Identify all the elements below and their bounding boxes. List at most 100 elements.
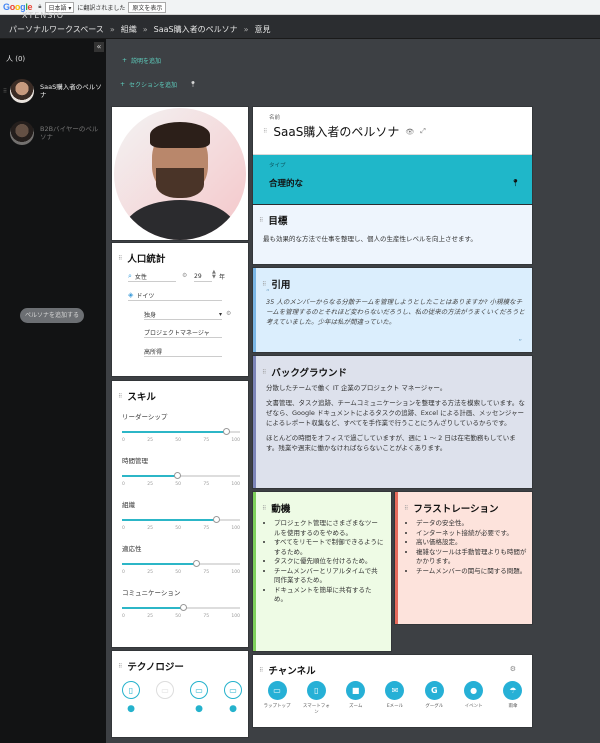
skill-slider[interactable]: リーダーシップ 0 25 50 75 100 xyxy=(122,411,240,443)
phone-icon[interactable]: ▯ xyxy=(122,681,140,699)
slider-handle[interactable] xyxy=(193,560,201,567)
channel-item[interactable]: ▯ スマートフォン xyxy=(302,681,330,716)
drag-handle-icon[interactable]: ⠿ xyxy=(404,505,408,512)
add-section-button[interactable]: + セクションを追加 📍︎ xyxy=(120,80,197,89)
slider-track[interactable] xyxy=(122,604,240,611)
motivation-list[interactable]: プロジェクト管理にさまざまなツールを使用するのをやめる。 すべてをリモートで制御… xyxy=(274,519,384,605)
sidebar-persona-saas[interactable]: ⠿ SaaS購入者のペルソナ xyxy=(0,71,106,111)
google-icon[interactable]: G xyxy=(424,681,444,700)
channel-item[interactable]: ● イベント xyxy=(460,681,488,716)
slider-track[interactable] xyxy=(122,560,240,567)
tick-label: 100 xyxy=(231,482,240,487)
income-field[interactable]: 高所得 xyxy=(144,346,222,357)
gear-icon[interactable]: ⚙ xyxy=(510,665,516,673)
drag-handle-icon[interactable]: ⠿ xyxy=(259,217,263,224)
channel-item[interactable]: ▭ ラップトップ xyxy=(263,681,291,716)
tick-label: 75 xyxy=(203,526,210,531)
section-title: スキル xyxy=(127,392,156,403)
tick-label: 75 xyxy=(203,438,210,443)
app-brand: XTENSIO xyxy=(22,11,64,20)
technology-item[interactable]: ▭● xyxy=(156,681,174,714)
list-item: データの安全性。 xyxy=(416,519,528,529)
expand-icon[interactable]: ⤢ xyxy=(420,127,426,136)
type-value[interactable]: 合理的な xyxy=(269,177,303,189)
sidebar-persona-b2b[interactable]: B2Bバイヤーのペルソナ xyxy=(0,113,106,153)
background-card: ⠿ バックグラウンド 分散したチームで働く IT 企業のプロジェクト マネージャー… xyxy=(253,356,532,488)
drag-handle-icon[interactable]: ⠿ xyxy=(262,369,266,376)
slider-handle[interactable] xyxy=(174,472,182,479)
skill-name: 時間管理 xyxy=(122,457,148,465)
technology-item[interactable]: ▭● xyxy=(190,681,208,714)
laptop-icon[interactable]: ▭ xyxy=(267,681,287,700)
collapse-sidebar-button[interactable]: « xyxy=(94,42,104,52)
drag-handle-icon[interactable]: ⠿ xyxy=(263,128,267,135)
skill-slider[interactable]: コミュニケーション 0 25 50 75 100 xyxy=(122,587,240,619)
tick-label: 50 xyxy=(175,482,181,487)
channel-item[interactable]: ☂ 雨傘 xyxy=(499,681,527,716)
skill-slider[interactable]: 適応性 0 25 50 75 100 xyxy=(122,543,240,575)
age-field[interactable]: 29 xyxy=(194,271,212,282)
breadcrumb-persona[interactable]: SaaS購入者のペルソナ xyxy=(154,24,238,35)
age-stepper[interactable]: ▲ ▼ xyxy=(212,270,216,280)
goals-text[interactable]: 最も効果的な方法で仕事を整理し、個人の生産性レベルを向上させます。 xyxy=(263,233,523,243)
slider-handle[interactable] xyxy=(222,428,230,435)
email-icon[interactable]: ✉ xyxy=(385,681,405,700)
add-persona-button[interactable]: ペルソナを追加する xyxy=(20,308,84,323)
persona-name-field[interactable]: SaaS購入者のペルソナ xyxy=(273,123,399,140)
persona-photo-card[interactable] xyxy=(112,107,248,240)
drag-handle-icon[interactable]: ⠿ xyxy=(118,663,122,670)
channel-item[interactable]: G グーグル xyxy=(420,681,448,716)
background-text[interactable]: 分散したチームで働く IT 企業のプロジェクト マネージャー。 文書管理、タスク… xyxy=(266,383,528,458)
desktop-icon[interactable]: ▭ xyxy=(224,681,242,699)
section-title: 引用 xyxy=(271,280,291,291)
channel-item[interactable]: ✉ Eメール xyxy=(381,681,409,716)
skill-slider[interactable]: 組織 0 25 50 75 100 xyxy=(122,499,240,531)
slider-track[interactable] xyxy=(122,516,240,523)
slider-track[interactable] xyxy=(122,472,240,479)
breadcrumb-opinion[interactable]: 意見 xyxy=(255,24,271,35)
laptop-icon[interactable]: ▭ xyxy=(190,681,208,699)
section-title: テクノロジー xyxy=(127,662,184,673)
eye-icon[interactable]: 👁︎ xyxy=(405,128,414,136)
tablet-icon[interactable]: ▭ xyxy=(156,681,174,699)
translate-bar: Google 🔒︎ 日本語 ▾ に翻訳されました 原文を表示 xyxy=(0,0,600,15)
drag-handle-icon[interactable]: ⠿ xyxy=(262,281,266,288)
drag-handle-icon[interactable]: ⠿ xyxy=(0,88,10,95)
gear-icon[interactable]: ⚙ xyxy=(226,310,231,317)
add-description-button[interactable]: + 説明を追加 xyxy=(122,56,161,65)
pin-icon[interactable]: 📍︎ xyxy=(511,179,520,187)
tick-label: 100 xyxy=(231,526,240,531)
pin-icon[interactable]: 📍︎ xyxy=(189,81,197,88)
type-card: タイプ 合理的な 📍︎ xyxy=(253,155,532,204)
slider-track[interactable] xyxy=(122,428,240,435)
slider-handle[interactable] xyxy=(213,516,221,523)
slider-handle[interactable] xyxy=(180,604,188,611)
list-item: ドキュメントを簡単に共有するため。 xyxy=(274,586,384,605)
skill-slider[interactable]: 時間管理 0 25 50 75 100 xyxy=(122,455,240,487)
drag-handle-icon[interactable]: ⠿ xyxy=(118,255,122,262)
gear-icon[interactable]: ⚙ xyxy=(182,272,187,279)
breadcrumb-org[interactable]: 組織 xyxy=(121,24,137,35)
technology-item[interactable]: ▭● xyxy=(224,681,242,714)
video-icon[interactable]: ■ xyxy=(346,681,366,700)
show-original-button[interactable]: 原文を表示 xyxy=(128,1,167,13)
drag-handle-icon[interactable]: ⠿ xyxy=(259,667,263,674)
drag-handle-icon[interactable]: ⠿ xyxy=(118,393,122,400)
umbrella-icon[interactable]: ☂ xyxy=(503,681,523,700)
event-icon[interactable]: ● xyxy=(464,681,484,700)
quote-text[interactable]: 35 人のメンバーからなる分散チームを管理しようとしたことはありますか? 小規模… xyxy=(266,297,528,327)
channel-label: ズーム xyxy=(348,704,363,709)
gender-field[interactable]: ⌕ 女性 xyxy=(128,271,176,282)
location-field[interactable]: ◈ ドイツ xyxy=(128,290,222,301)
frustration-list[interactable]: データの安全性。 インターネット接続が必要です。 高い価格設定。 複雑なツールは… xyxy=(416,519,528,576)
list-item: プロジェクト管理にさまざまなツールを使用するのをやめる。 xyxy=(274,519,384,538)
tick-label: 100 xyxy=(231,438,240,443)
breadcrumb-workspace[interactable]: パーソナルワークスペース xyxy=(9,24,104,35)
technology-item[interactable]: ▯ ● xyxy=(122,681,140,714)
drag-handle-icon[interactable]: ⠿ xyxy=(262,505,266,512)
channel-item[interactable]: ■ ズーム xyxy=(342,681,370,716)
phone-icon[interactable]: ▯ xyxy=(306,681,326,700)
status-select[interactable]: 独身 ▾ xyxy=(144,309,222,320)
occupation-field[interactable]: プロジェクトマネージャ xyxy=(144,327,222,338)
skill-name: リーダーシップ xyxy=(122,413,168,421)
